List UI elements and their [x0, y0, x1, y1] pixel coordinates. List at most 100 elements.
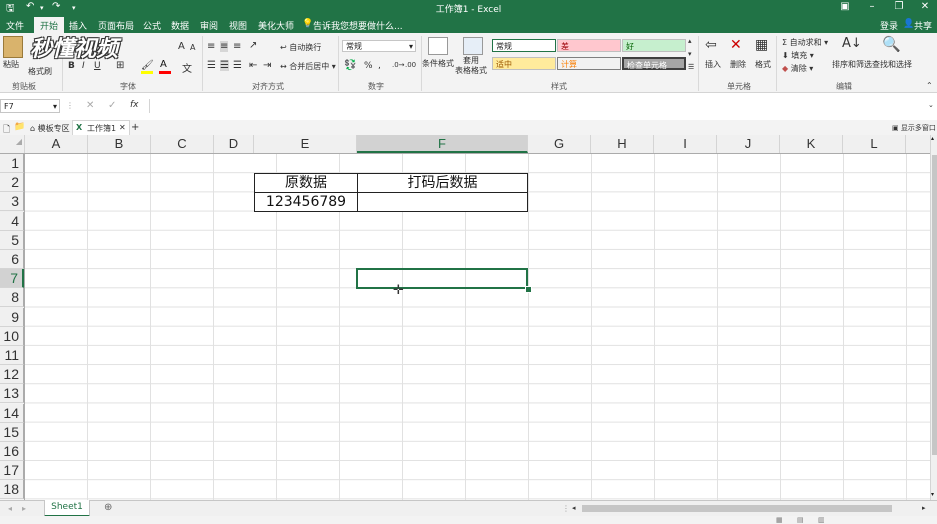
vertical-scrollbar[interactable]: ▴ ▾ [930, 135, 937, 500]
scroll-right-icon[interactable]: ▸ [922, 504, 926, 512]
format-cells-icon[interactable]: ▦ [755, 37, 768, 53]
row-header[interactable]: 17 [0, 461, 24, 481]
style-normal[interactable]: 常规 [492, 39, 556, 52]
close-tab-icon[interactable]: ✕ [119, 123, 126, 132]
cell-E3[interactable]: 123456789 [254, 192, 358, 212]
paste-icon[interactable] [3, 36, 23, 58]
column-header[interactable]: C [151, 135, 214, 153]
restore-icon[interactable]: ❐ [889, 1, 909, 12]
row-header[interactable]: 8 [0, 288, 24, 308]
format-painter-button[interactable]: 格式刷 [28, 66, 52, 77]
formula-input[interactable] [149, 99, 930, 113]
tab-workbook[interactable]: X 工作簿1 ✕ [72, 120, 130, 136]
table-format-icon[interactable] [463, 37, 483, 55]
scroll-left-icon[interactable]: ◂ [572, 504, 576, 512]
style-bad[interactable]: 差 [557, 39, 621, 52]
row-header[interactable]: 10 [0, 326, 24, 346]
horizontal-scroll-thumb[interactable] [582, 505, 892, 512]
currency-icon[interactable]: 💱 [344, 60, 356, 71]
row-header[interactable]: 9 [0, 307, 24, 327]
minimize-icon[interactable]: – [862, 1, 882, 12]
column-header[interactable]: G [528, 135, 591, 153]
styles-more-icon[interactable]: ☰ [688, 63, 694, 71]
row-header[interactable]: 14 [0, 403, 24, 423]
name-box[interactable]: F7 ▾ [0, 99, 60, 113]
enter-icon[interactable]: ✓ [108, 100, 116, 111]
normal-view-icon[interactable]: ▦ [776, 516, 783, 524]
fill-color-icon[interactable]: 🖌 [141, 60, 154, 71]
sort-filter-button[interactable]: 排序和筛选 [832, 59, 872, 70]
font-color-icon[interactable]: A [160, 59, 167, 70]
worksheet-grid[interactable]: 1 2 3 4 5 6 7 8 9 10 11 12 13 14 15 16 1… [0, 154, 930, 500]
collapse-ribbon-icon[interactable]: ⌃ [926, 81, 933, 90]
style-neutral[interactable]: 适中 [492, 57, 556, 70]
row-header[interactable]: 4 [0, 211, 24, 231]
conditional-format-icon[interactable] [428, 37, 448, 55]
fill-handle[interactable] [525, 286, 532, 293]
row-header[interactable]: 6 [0, 250, 24, 269]
styles-scroll-down-icon[interactable]: ▾ [688, 50, 692, 58]
cancel-icon[interactable]: ✕ [86, 100, 94, 111]
column-header[interactable]: H [591, 135, 654, 153]
phonetic-icon[interactable]: 文 [182, 60, 192, 75]
number-format-dropdown[interactable]: 常规 ▾ [342, 40, 416, 52]
fill-button[interactable]: ⬇ 填充 ▾ [782, 50, 814, 61]
cell-E2[interactable]: 原数据 [254, 173, 358, 193]
page-break-view-icon[interactable]: ▥ [818, 516, 825, 524]
add-sheet-icon[interactable]: ⊕ [104, 502, 112, 513]
paste-button[interactable]: 粘贴 [3, 59, 19, 70]
row-header[interactable]: 18 [0, 480, 24, 500]
sort-filter-icon[interactable]: A↓ [842, 36, 862, 51]
tab-file[interactable]: 文件 [6, 19, 24, 32]
scroll-up-icon[interactable]: ▴ [931, 135, 934, 142]
style-good[interactable]: 好 [622, 39, 686, 52]
page-layout-view-icon[interactable]: ▤ [797, 516, 804, 524]
selected-cell-F7[interactable] [356, 268, 528, 289]
share-button[interactable]: 共享 [914, 19, 932, 32]
column-header[interactable]: L [843, 135, 906, 153]
cell-F2[interactable]: 打码后数据 [357, 173, 528, 193]
table-format-button[interactable]: 套用 表格格式 [455, 56, 487, 76]
row-header[interactable]: 13 [0, 384, 24, 404]
merge-center-button[interactable]: ↔ 合并后居中 ▾ [280, 61, 336, 72]
decrease-decimal-icon[interactable]: .00 [405, 61, 416, 69]
comma-button[interactable]: , [378, 61, 381, 71]
close-icon[interactable]: ✕ [915, 1, 935, 12]
vertical-scroll-thumb[interactable] [932, 155, 937, 455]
align-right-icon[interactable]: ☰ [233, 60, 242, 71]
format-cells-button[interactable]: 格式 [755, 59, 771, 70]
percent-button[interactable]: % [364, 61, 373, 71]
tab-data[interactable]: 数据 [171, 19, 189, 32]
decrease-indent-icon[interactable]: ⇤ [249, 60, 257, 71]
row-header[interactable]: 15 [0, 422, 24, 442]
row-header[interactable]: 3 [0, 192, 24, 212]
style-calculation[interactable]: 计算 [557, 57, 621, 70]
insert-cells-icon[interactable]: ⇦ [705, 37, 717, 53]
row-header[interactable]: 12 [0, 365, 24, 385]
column-header[interactable]: J [717, 135, 780, 153]
autosum-button[interactable]: Σ 自动求和 ▾ [782, 37, 828, 48]
find-select-button[interactable]: 查找和选择 [872, 59, 912, 70]
tab-review[interactable]: 审阅 [200, 19, 218, 32]
tab-template-zone[interactable]: ⌂ 模板专区 [30, 123, 70, 134]
clear-button[interactable]: ◆ 清除 ▾ [782, 63, 813, 74]
column-header[interactable]: B [88, 135, 151, 153]
wrap-text-button[interactable]: ↩ 自动换行 [280, 42, 321, 53]
folder-icon[interactable]: 📁 [14, 122, 25, 132]
multi-window-button[interactable]: ▣ 显示多窗口 [892, 123, 936, 133]
align-bottom-icon[interactable]: ≡ [233, 41, 241, 52]
column-header[interactable]: I [654, 135, 717, 153]
column-header[interactable]: E [254, 135, 357, 153]
align-center-icon[interactable]: ☰ [220, 60, 229, 71]
find-icon[interactable]: 🔍 [882, 35, 901, 53]
style-check-cell[interactable]: 检查单元格 [622, 57, 686, 70]
scroll-down-icon[interactable]: ▾ [931, 491, 934, 498]
row-header[interactable]: 11 [0, 346, 24, 365]
orientation-icon[interactable]: ↗ [249, 40, 257, 51]
tab-formulas[interactable]: 公式 [143, 19, 161, 32]
next-sheet-icon[interactable]: ▸ [22, 504, 26, 513]
new-tab-button[interactable]: + [131, 122, 139, 133]
sheet-tab-sheet1[interactable]: Sheet1 [44, 500, 90, 517]
insert-cells-button[interactable]: 插入 [705, 59, 721, 70]
cell-F3[interactable] [357, 192, 528, 212]
